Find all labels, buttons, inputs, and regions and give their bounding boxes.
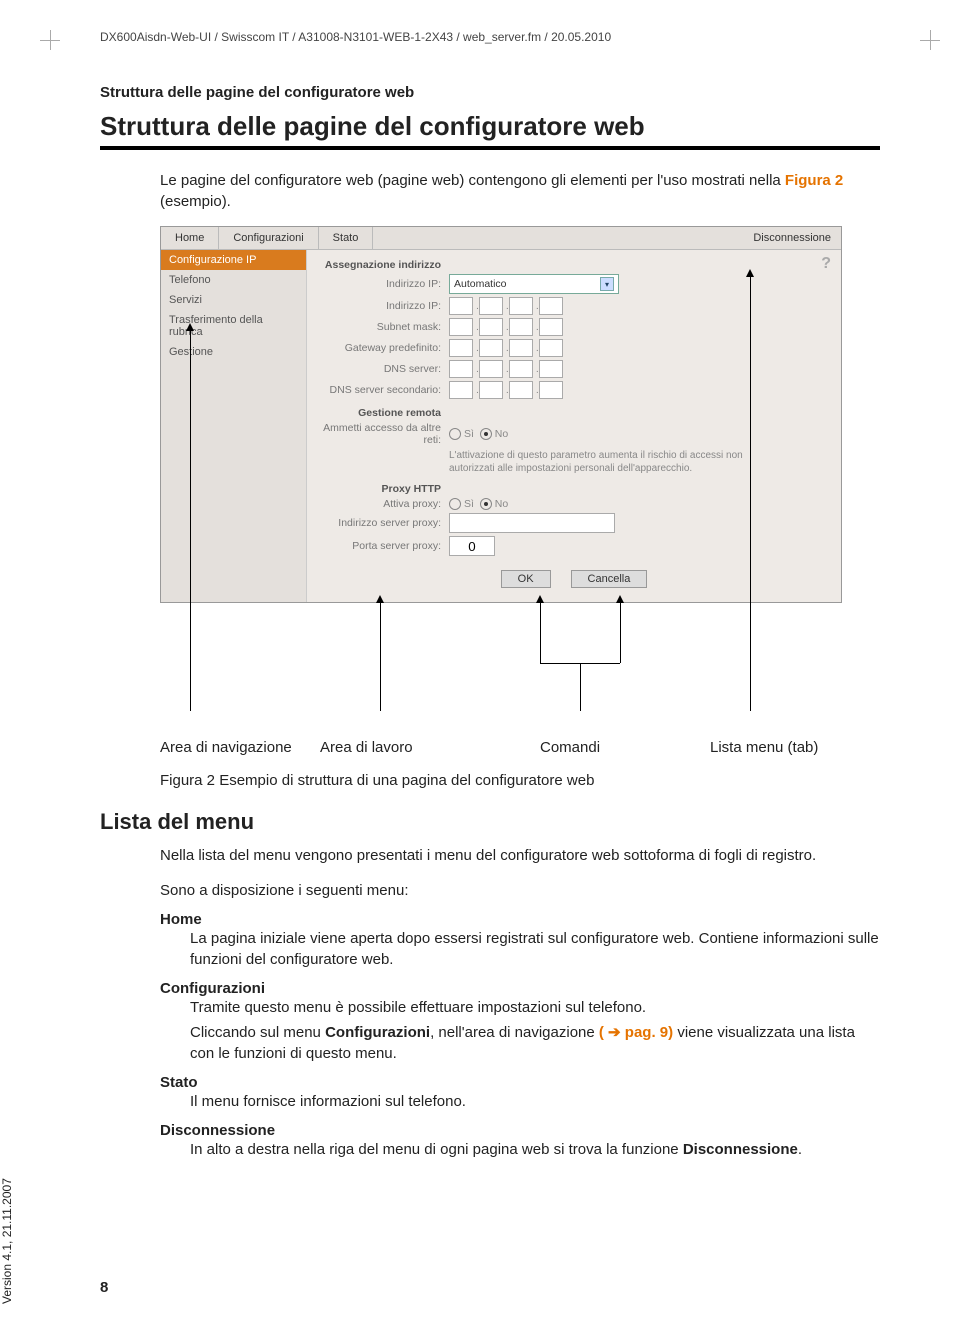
- tab-home[interactable]: Home: [161, 227, 219, 249]
- desc-home: La pagina iniziale viene aperta dopo ess…: [190, 928, 880, 970]
- cap-work: Area di lavoro: [320, 739, 470, 756]
- intro-pre: Le pagine del configuratore web (pagine …: [160, 172, 785, 189]
- ip-octet[interactable]: [539, 297, 563, 315]
- lbl-dns2: DNS server secondario:: [321, 384, 441, 396]
- nav-ipconfig[interactable]: Configurazione IP: [161, 250, 306, 270]
- ip-mode-select[interactable]: Automatico▾: [449, 274, 619, 294]
- desc-config-2: Cliccando sul menu Configurazioni, nell'…: [190, 1022, 880, 1064]
- cap-nav: Area di navigazione: [160, 739, 320, 756]
- proxy-port-input[interactable]: [449, 536, 495, 556]
- lbl-dns: DNS server:: [321, 363, 441, 375]
- doc-path: DX600Aisdn-Web-UI / Swisscom IT / A31008…: [100, 30, 880, 44]
- cancel-button[interactable]: Cancella: [571, 570, 648, 588]
- desc-config-1: Tramite questo menu è possibile effettua…: [190, 997, 880, 1018]
- config-screenshot: ? Home Configurazioni Stato Disconnessio…: [160, 226, 842, 603]
- lbl-proxy-on: Attiva proxy:: [321, 498, 441, 510]
- remote-warning: L'attivazione di questo parametro aument…: [449, 449, 749, 475]
- lista-intro: Nella lista del menu vengono presentati …: [160, 845, 880, 866]
- title-rule: [100, 146, 880, 150]
- tab-disconnect[interactable]: Disconnessione: [743, 227, 841, 249]
- section-label: Struttura delle pagine del configuratore…: [100, 84, 880, 101]
- radio-no[interactable]: [480, 428, 492, 440]
- lbl-allow: Ammetti accesso da altre reti:: [321, 422, 441, 446]
- nav-gestione[interactable]: Gestione: [161, 342, 306, 362]
- desc-stato: Il menu fornisce informazioni sul telefo…: [190, 1091, 880, 1112]
- nav-servizi[interactable]: Servizi: [161, 290, 306, 310]
- lbl-subnet: Subnet mask:: [321, 321, 441, 333]
- term-home: Home: [160, 911, 880, 928]
- intro-paragraph: Le pagine del configuratore web (pagine …: [160, 170, 880, 212]
- term-config: Configurazioni: [160, 980, 880, 997]
- desc-discon: In alto a destra nella riga del menu di …: [190, 1139, 880, 1160]
- ip-octet[interactable]: [449, 297, 473, 315]
- lista-heading: Lista del menu: [100, 809, 880, 835]
- lbl-gateway: Gateway predefinito:: [321, 342, 441, 354]
- lbl-proxy-addr: Indirizzo server proxy:: [321, 517, 441, 529]
- lbl-proxy-port: Porta server proxy:: [321, 540, 441, 552]
- figure-ref: Figura 2: [785, 172, 843, 189]
- nav-telefono[interactable]: Telefono: [161, 270, 306, 290]
- radio-proxy-no[interactable]: [480, 498, 492, 510]
- intro-post: (esempio).: [160, 193, 231, 210]
- version-footer: Version 4.1, 21.11.2007: [0, 1178, 14, 1304]
- ip-octet[interactable]: [479, 297, 503, 315]
- page-number: 8: [100, 1279, 108, 1296]
- lbl-ip: Indirizzo IP:: [321, 278, 441, 290]
- ip-octet[interactable]: [509, 297, 533, 315]
- term-stato: Stato: [160, 1074, 880, 1091]
- term-discon: Disconnessione: [160, 1122, 880, 1139]
- radio-proxy-si[interactable]: [449, 498, 461, 510]
- sec-remote: Gestione remota: [321, 407, 441, 419]
- page-ref: pag. 9: [625, 1024, 668, 1041]
- nav-rubrica[interactable]: Trasferimento della rubrica: [161, 310, 306, 342]
- tab-config[interactable]: Configurazioni: [219, 227, 318, 249]
- radio-si[interactable]: [449, 428, 461, 440]
- proxy-addr-input[interactable]: [449, 513, 615, 533]
- page-title: Struttura delle pagine del configuratore…: [100, 111, 880, 142]
- figure-caption: Figura 2 Esempio di struttura di una pag…: [160, 772, 880, 789]
- callout-arrows: [160, 613, 880, 733]
- help-icon[interactable]: ?: [821, 255, 831, 273]
- ok-button[interactable]: OK: [501, 570, 551, 588]
- chevron-down-icon: ▾: [600, 277, 614, 291]
- cap-cmd: Comandi: [470, 739, 710, 756]
- sec-proxy: Proxy HTTP: [321, 483, 441, 495]
- sec-address: Assegnazione indirizzo: [321, 259, 441, 271]
- cap-tabs: Lista menu (tab): [710, 739, 830, 756]
- tab-status[interactable]: Stato: [319, 227, 374, 249]
- lista-avail: Sono a disposizione i seguenti menu:: [160, 880, 880, 901]
- lbl-ip2: Indirizzo IP:: [321, 300, 441, 312]
